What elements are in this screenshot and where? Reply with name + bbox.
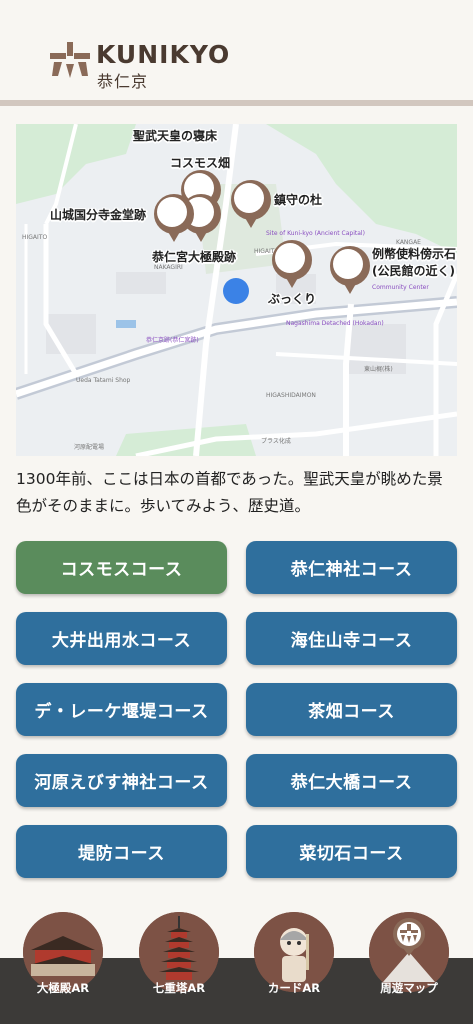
nav-pagoda-ar[interactable]: 七重塔AR [139, 912, 219, 1022]
app-header: KUNIKYO 恭仁京 [0, 0, 473, 100]
map-place-label: Nagashima Detached (Hokadan) [286, 320, 384, 327]
pin-label: 山城国分寺金堂跡 [50, 208, 147, 222]
pin-label: 鎮守の杜 [274, 193, 323, 207]
map-pin-chinju[interactable] [231, 180, 271, 232]
map-place-label: NAKAGIRI [154, 264, 183, 271]
pin-label: 恭仁宮大極殿跡 [152, 250, 237, 264]
map-pin-reiheishi[interactable] [330, 246, 370, 298]
map-place-label: 恭仁京跡(恭仁宮跡) [146, 337, 199, 344]
course-button-embankment[interactable]: 堤防コース [16, 825, 227, 878]
map-pin-yamashiro[interactable] [154, 194, 194, 246]
pin-label: ぶっくり [268, 292, 317, 306]
course-button-cosmos[interactable]: コスモスコース [16, 541, 227, 594]
nav-label: カードAR [267, 981, 321, 995]
brand-subtitle: 恭仁京 [97, 72, 149, 91]
course-button-de-rijke[interactable]: デ・レーケ堰堤コース [16, 683, 227, 736]
course-button-kaijusenji[interactable]: 海住山寺コース [246, 612, 457, 665]
header-divider [0, 100, 473, 106]
nav-label: 周遊マップ [380, 981, 438, 995]
nav-label: 大極殿AR [36, 981, 90, 995]
current-location-dot [223, 278, 249, 304]
course-button-kuni-shrine[interactable]: 恭仁神社コース [246, 541, 457, 594]
course-button-nakiri[interactable]: 菜切石コース [246, 825, 457, 878]
intro-text: 1300年前、ここは日本の首都であった。聖武天皇が眺めた景色がそのままに。歩いて… [16, 470, 443, 515]
pin-label: コスモス畑 [170, 156, 231, 170]
nav-daigokuden-ar[interactable]: 大極殿AR [23, 912, 103, 1022]
map-place-label: Community Center [372, 284, 429, 291]
pin-label: 例幣使料傍示石 (公民館の近く) [372, 247, 457, 278]
pin-label: 聖武天皇の寝床 [133, 129, 218, 143]
map-place-label: KANGAE [396, 239, 421, 246]
map-place-label: Ueda Tatami Shop [76, 377, 131, 384]
nav-card-ar[interactable]: カードAR [254, 912, 334, 1022]
map-place-label: 河原配電場 [74, 444, 105, 451]
nav-tour-map[interactable]: 周遊マップ [369, 912, 449, 1022]
map-view[interactable]: HIGAITO NAKAGIRI KANGAE Site of Kuni-kyo… [16, 124, 457, 456]
map-place-label: HIGASHIDAIMON [266, 392, 316, 399]
course-button-ebisu[interactable]: 河原えびす神社コース [16, 754, 227, 807]
course-button-oide[interactable]: 大井出用水コース [16, 612, 227, 665]
course-button-tea[interactable]: 茶畑コース [246, 683, 457, 736]
kuni-logo-icon [50, 42, 90, 78]
map-place-label: HIGAITO [22, 234, 48, 241]
nav-label: 七重塔AR [152, 981, 206, 995]
course-button-kuni-bridge[interactable]: 恭仁大橋コース [246, 754, 457, 807]
brand-name: KUNIKYO [96, 40, 231, 69]
map-place-label: Site of Kuni-kyo (Ancient Capital) [266, 230, 365, 237]
map-pin-pukkuri[interactable] [272, 240, 312, 292]
map-place-label: プラス化成 [261, 438, 291, 445]
map-place-label: 東山梶(株) [364, 366, 393, 373]
